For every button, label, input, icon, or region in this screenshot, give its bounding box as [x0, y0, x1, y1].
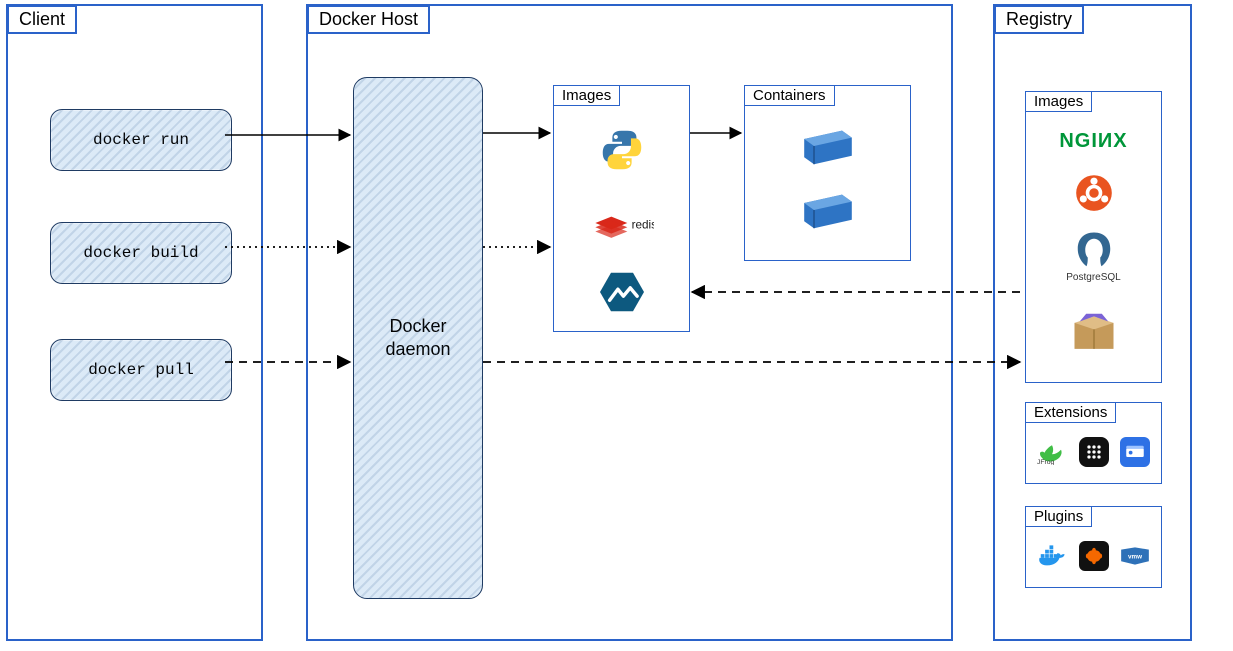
nginx-icon: NGIИX — [1026, 130, 1161, 153]
host-images-box: Images redis — [553, 85, 690, 332]
host-containers-box: Containers — [744, 85, 911, 261]
redis-icon: redis — [554, 204, 689, 242]
client-panel-title: Client — [7, 5, 77, 34]
client-panel: Client docker run docker build docker pu… — [6, 4, 263, 641]
cmd-run-label: docker run — [93, 131, 189, 149]
cmd-pull-label: docker pull — [88, 361, 194, 379]
cmd-docker-pull: docker pull — [50, 339, 232, 401]
alpine-icon — [554, 272, 689, 312]
docker-architecture-diagram: Client docker run docker build docker pu… — [0, 0, 1233, 651]
docker-icon — [1037, 541, 1067, 571]
registry-panel: Registry Images NGIИX PostgreSQL — [993, 4, 1192, 641]
registry-images-title: Images — [1025, 91, 1092, 112]
portainer-icon — [1079, 437, 1109, 467]
registry-plugins-box: Plugins — [1025, 506, 1162, 588]
docker-daemon-label: Docker daemon — [385, 315, 450, 362]
jfrog-icon: JFrog — [1037, 437, 1067, 467]
azure-icon — [1120, 437, 1150, 467]
registry-images-box: Images NGIИX PostgreSQL — [1025, 91, 1162, 383]
registry-plugins-title: Plugins — [1025, 506, 1092, 527]
svg-text:redis: redis — [631, 218, 653, 231]
python-icon — [554, 128, 689, 172]
vmware-icon: vmw — [1120, 541, 1150, 571]
svg-text:vmw: vmw — [1128, 553, 1142, 560]
package-icon — [1026, 306, 1161, 354]
registry-extensions-title: Extensions — [1025, 402, 1116, 423]
host-containers-title: Containers — [744, 85, 835, 106]
container-icon — [745, 190, 910, 230]
ubuntu-icon — [1026, 174, 1161, 212]
cmd-docker-run: docker run — [50, 109, 232, 171]
grafana-icon — [1079, 541, 1109, 571]
registry-extensions-box: Extensions JFrog — [1025, 402, 1162, 484]
docker-daemon-box: Docker daemon — [353, 77, 483, 599]
container-icon — [745, 126, 910, 166]
cmd-docker-build: docker build — [50, 222, 232, 284]
postgresql-icon: PostgreSQL — [1026, 230, 1161, 283]
svg-text:JFrog: JFrog — [1037, 459, 1055, 465]
docker-host-panel-title: Docker Host — [307, 5, 430, 34]
host-images-title: Images — [553, 85, 620, 106]
registry-panel-title: Registry — [994, 5, 1084, 34]
cmd-build-label: docker build — [83, 244, 198, 262]
